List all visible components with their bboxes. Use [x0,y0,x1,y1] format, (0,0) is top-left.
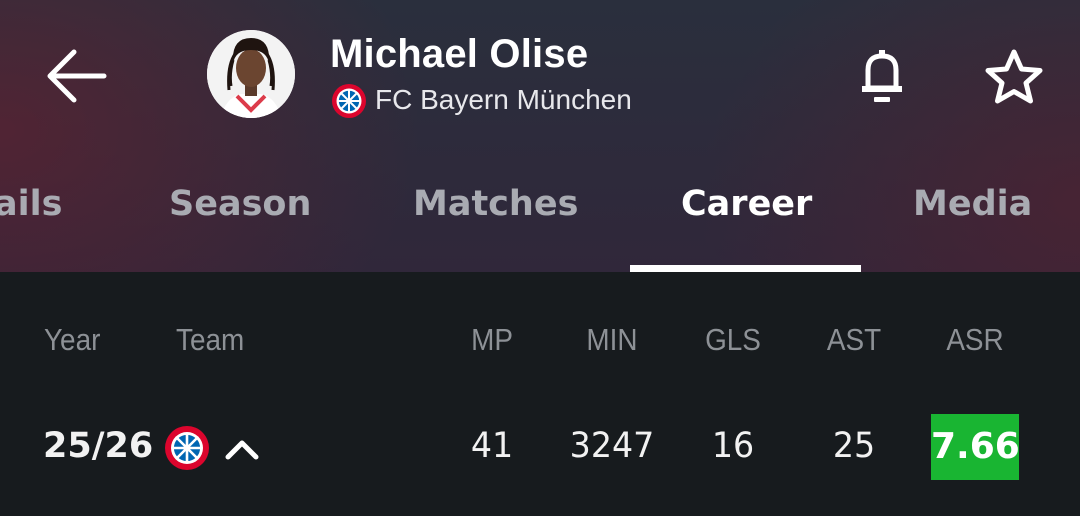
player-name: Michael Olise [330,32,589,76]
season-year: 25/26 [43,426,154,466]
active-tab-indicator [630,265,861,272]
back-button[interactable] [42,44,110,108]
arrow-left-icon [47,49,107,103]
fc-bayern-logo-icon [165,426,209,470]
bell-icon [862,50,902,102]
column-header-team: Team [176,322,245,357]
player-photo [207,30,295,118]
expand-row-button[interactable] [222,430,262,470]
tab-bar: ails Season Matches Career Media [0,170,1080,272]
column-header-min: MIN [586,322,638,357]
table-row[interactable]: 25/26 41 3247 16 25 7.66 [0,404,1080,494]
matches-played-value: 41 [470,426,514,466]
goals-value: 16 [711,426,755,466]
column-header-gls: GLS [705,322,761,357]
tab-career[interactable]: Career [681,184,812,224]
rating-badge: 7.66 [931,414,1020,480]
player-avatar [207,30,295,118]
tab-matches[interactable]: Matches [413,184,578,224]
player-header: Michael Olise FC Bayern München ails Sea… [0,0,1080,272]
column-header-mp: MP [471,322,513,357]
club-logo-icon [332,84,366,118]
favorite-button[interactable] [982,46,1046,108]
minutes-value: 3247 [569,426,655,466]
notifications-button[interactable] [854,44,910,108]
career-table-header: Year Team MP MIN GLS AST ASR [0,300,1080,380]
star-icon [985,49,1043,104]
club-name[interactable]: FC Bayern München [375,84,632,116]
column-header-asr: ASR [946,322,1004,357]
column-header-ast: AST [826,322,882,357]
chevron-up-icon [225,440,259,460]
tab-season[interactable]: Season [169,184,311,224]
tab-media[interactable]: Media [913,184,1032,224]
assists-value: 25 [832,426,876,466]
tab-details[interactable]: ails [0,184,62,224]
column-header-year: Year [44,322,101,357]
